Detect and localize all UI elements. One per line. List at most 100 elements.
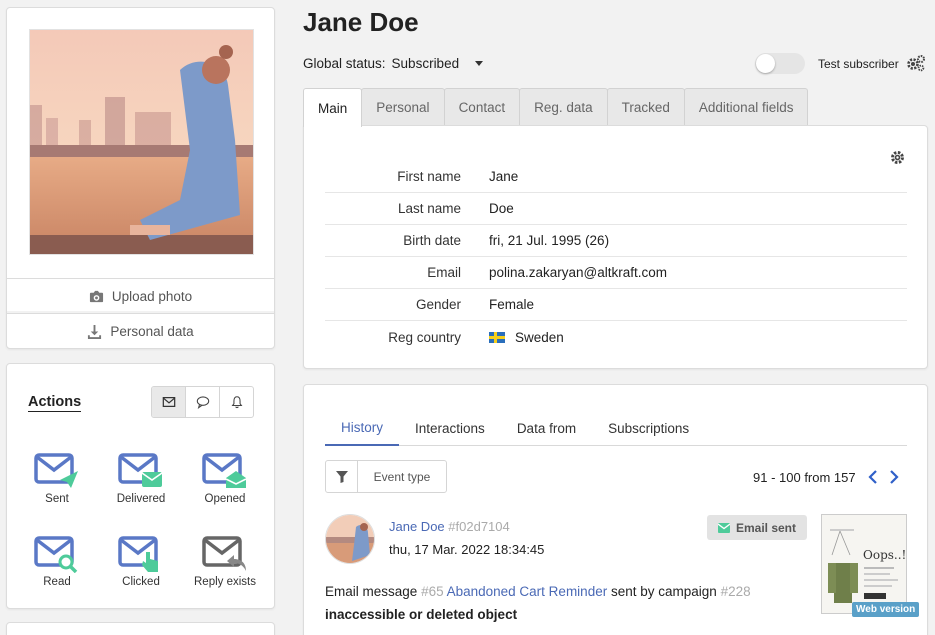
- email-opened-icon: [202, 453, 247, 488]
- download-icon: [88, 324, 102, 339]
- event-user-name[interactable]: Jane Doe: [389, 519, 445, 534]
- country-name: Sweden: [515, 329, 564, 345]
- filter-button[interactable]: [326, 461, 358, 492]
- global-status-label: Global status:: [303, 56, 386, 71]
- action-sent[interactable]: Sent: [17, 452, 97, 505]
- message-id: #65: [421, 584, 444, 599]
- message-link[interactable]: Abandoned Cart Reminder: [447, 584, 608, 599]
- actions-title: Actions: [28, 394, 82, 412]
- field-label: Gender: [415, 297, 461, 312]
- tab-history[interactable]: History: [325, 410, 400, 446]
- personal-data-label: Personal data: [110, 323, 194, 339]
- campaign-id: #228: [720, 584, 751, 599]
- field-value: Doe: [489, 201, 514, 216]
- bell-icon: [231, 396, 242, 409]
- tab-personal[interactable]: Personal: [361, 88, 445, 126]
- camera-icon: [89, 290, 103, 302]
- upload-photo-label: Upload photo: [111, 288, 193, 304]
- field-value: Sweden: [489, 330, 564, 345]
- tab-subscriptions[interactable]: Subscriptions: [592, 410, 705, 446]
- tab-interactions[interactable]: Interactions: [399, 410, 501, 446]
- action-read-label: Read: [43, 576, 71, 588]
- profile-photo-card: Upload photo Personal data: [6, 7, 275, 349]
- desc-mid: sent by campaign: [610, 584, 717, 599]
- profile-photo: [29, 29, 254, 255]
- field-gender: Gender Female: [325, 289, 907, 321]
- field-label: Reg country: [388, 329, 461, 345]
- filter-icon: [335, 470, 348, 483]
- email-clicked-icon: [118, 536, 158, 572]
- action-delivered-label: Delivered: [116, 493, 166, 505]
- event-filter: Event type: [325, 460, 447, 493]
- test-subscriber-label: Test subscriber: [818, 57, 899, 71]
- envelope-icon: [717, 522, 730, 533]
- field-value: fri, 21 Jul. 1995 (26): [489, 233, 610, 248]
- channel-switch: [151, 386, 254, 418]
- event-type-select[interactable]: Event type: [358, 461, 446, 492]
- email-reply-icon: [202, 536, 246, 571]
- field-value: Jane: [489, 169, 519, 184]
- event-description: Email message #65 Abandoned Cart Reminde…: [325, 580, 815, 626]
- status-badge: Email sent: [707, 515, 807, 540]
- global-status-value[interactable]: Subscribed: [392, 56, 460, 71]
- channel-email-button[interactable]: [152, 387, 186, 417]
- tab-data-from[interactable]: Data from: [501, 410, 592, 446]
- upload-photo-button[interactable]: Upload photo: [7, 278, 274, 313]
- sweden-flag-icon: [489, 331, 505, 343]
- tab-tracked[interactable]: Tracked: [606, 88, 685, 126]
- main-fields-card: First name Jane Last name Doe Birth date…: [303, 125, 928, 369]
- tab-main[interactable]: Main: [303, 88, 363, 127]
- email-delivered-icon: [118, 453, 163, 487]
- field-label: Last name: [397, 201, 461, 216]
- action-opened[interactable]: Opened: [185, 452, 265, 505]
- page-title: Jane Doe: [303, 7, 419, 37]
- action-read[interactable]: Read: [17, 535, 97, 588]
- chat-icon: [196, 396, 209, 409]
- tab-reg-data[interactable]: Reg. data: [519, 88, 608, 126]
- action-delivered[interactable]: Delivered: [101, 452, 181, 505]
- tab-contact[interactable]: Contact: [443, 88, 521, 126]
- web-version-badge[interactable]: Web version: [852, 602, 920, 617]
- channel-chat-button[interactable]: [186, 387, 220, 417]
- actions-card: Actions Sent Delivered Opened Read Click…: [6, 363, 275, 609]
- thumbnail-text: Oops..!: [863, 548, 906, 562]
- email-icon: [162, 397, 175, 407]
- field-label: Birth date: [403, 233, 461, 248]
- chevron-left-icon[interactable]: [867, 469, 879, 485]
- test-subscriber-toggle[interactable]: [755, 53, 805, 74]
- email-read-icon: [34, 536, 78, 573]
- event-user: Jane Doe #f02d7104: [389, 519, 510, 534]
- field-birth-date: Birth date fri, 21 Jul. 1995 (26): [325, 225, 907, 257]
- chevron-right-icon[interactable]: [888, 469, 900, 485]
- history-card: History Interactions Data from Subscript…: [303, 384, 928, 635]
- field-label: Email: [427, 265, 461, 280]
- pager-range: 91 - 100 from 157: [753, 470, 856, 485]
- action-reply-exists[interactable]: Reply exists: [185, 535, 265, 588]
- field-value: Female: [489, 297, 535, 312]
- event-user-hash: #f02d7104: [448, 519, 510, 534]
- field-first-name: First name Jane: [325, 161, 907, 193]
- avatar[interactable]: [325, 514, 375, 564]
- toggle-knob: [756, 54, 775, 73]
- chevron-down-icon[interactable]: [475, 61, 484, 66]
- field-last-name: Last name Doe: [325, 193, 907, 225]
- action-opened-label: Opened: [204, 493, 246, 505]
- channel-push-button[interactable]: [220, 387, 253, 417]
- personal-data-button[interactable]: Personal data: [7, 313, 274, 348]
- action-reply-exists-label: Reply exists: [194, 576, 256, 588]
- global-status: Global status: Subscribed: [303, 56, 484, 71]
- desc-bold: inaccessible or deleted object: [325, 607, 518, 622]
- field-email: Email polina.zakaryan@altkraft.com: [325, 257, 907, 289]
- action-clicked-label: Clicked: [122, 576, 160, 588]
- gears-icon[interactable]: [906, 54, 926, 72]
- field-reg-country: Reg country Sweden: [325, 321, 907, 353]
- additional-card: [6, 622, 275, 635]
- email-preview-thumbnail[interactable]: Oops..!: [821, 514, 907, 614]
- status-badge-label: Email sent: [735, 520, 797, 535]
- tab-additional-fields[interactable]: Additional fields: [683, 88, 809, 126]
- desc-prefix: Email message: [325, 584, 418, 599]
- action-clicked[interactable]: Clicked: [101, 535, 181, 588]
- history-tabs: History Interactions Data from Subscript…: [325, 410, 907, 446]
- field-label: First name: [397, 169, 461, 184]
- profile-tabs: Main Personal Contact Reg. data Tracked …: [303, 88, 809, 127]
